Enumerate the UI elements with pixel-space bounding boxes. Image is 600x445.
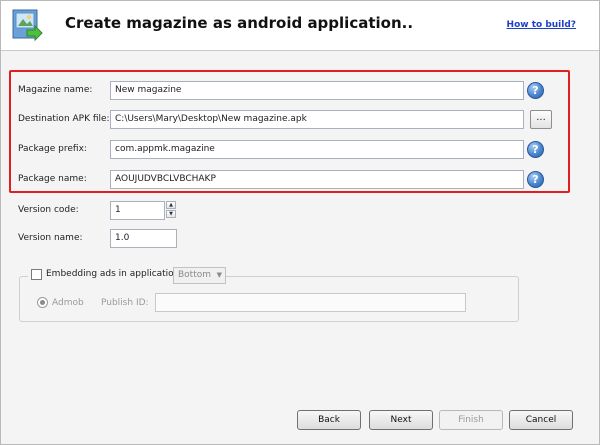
package-prefix-input[interactable]: com.appmk.magazine xyxy=(110,140,524,159)
package-name-label: Package name: xyxy=(18,174,87,184)
embed-ads-checkbox[interactable] xyxy=(31,268,42,280)
browse-button[interactable]: ... xyxy=(530,110,552,129)
ad-position-value: Bottom xyxy=(178,270,212,280)
version-code-down-icon[interactable]: ▼ xyxy=(166,210,176,218)
package-name-input[interactable]: AOUJUDVBCLVBCHAKP xyxy=(110,170,524,189)
next-button[interactable]: Next xyxy=(369,410,433,430)
finish-button[interactable]: Finish xyxy=(439,410,503,430)
magazine-name-label: Magazine name: xyxy=(18,85,93,95)
version-name-input[interactable]: 1.0 xyxy=(110,229,177,248)
ads-group-header: Embedding ads in application xyxy=(28,267,183,281)
version-code-input[interactable]: 1 xyxy=(110,201,165,220)
publish-id-input[interactable] xyxy=(155,293,466,312)
ad-position-select[interactable]: Bottom ▼ xyxy=(173,267,226,284)
package-prefix-help-icon[interactable]: ? xyxy=(527,141,544,158)
destination-apk-label: Destination APK file: xyxy=(18,114,110,124)
admob-label: Admob xyxy=(52,298,84,308)
chevron-down-icon: ▼ xyxy=(216,271,222,279)
magazine-name-help-icon[interactable]: ? xyxy=(527,82,544,99)
android-app-icon xyxy=(10,8,44,42)
magazine-name-input[interactable]: New magazine xyxy=(110,81,524,100)
page-title: Create magazine as android application.. xyxy=(65,14,414,32)
how-to-build-link[interactable]: How to build? xyxy=(507,20,576,30)
publish-id-label: Publish ID: xyxy=(101,298,149,308)
package-prefix-label: Package prefix: xyxy=(18,144,87,154)
destination-apk-input[interactable]: C:\Users\Mary\Desktop\New magazine.apk xyxy=(110,110,524,129)
cancel-button[interactable]: Cancel xyxy=(509,410,573,430)
version-code-up-icon[interactable]: ▲ xyxy=(166,201,176,209)
embed-ads-label[interactable]: Embedding ads in application xyxy=(46,269,179,279)
radio-selected-dot xyxy=(40,300,45,305)
package-name-help-icon[interactable]: ? xyxy=(527,171,544,188)
version-code-label: Version code: xyxy=(18,205,79,215)
version-name-label: Version name: xyxy=(18,233,83,243)
back-button[interactable]: Back xyxy=(297,410,361,430)
admob-radio[interactable] xyxy=(37,297,48,308)
